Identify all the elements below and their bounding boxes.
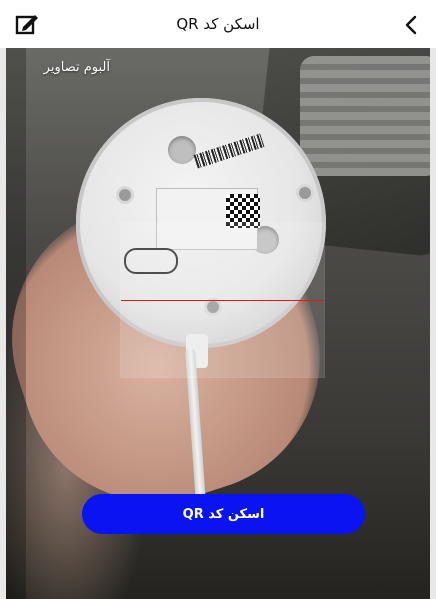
- top-bar: اسکن کد QR: [0, 0, 436, 48]
- device-screw: [296, 184, 314, 202]
- shadow: [6, 48, 26, 599]
- edit-icon[interactable]: [14, 11, 40, 37]
- background-pot: [300, 56, 430, 176]
- page-title: اسکن کد QR: [176, 15, 260, 33]
- device-hole: [168, 136, 196, 164]
- chevron-left-icon[interactable]: [402, 14, 420, 36]
- right-border: [430, 48, 436, 599]
- device-screw: [116, 186, 134, 204]
- gallery-link[interactable]: آلبوم تصاویر: [44, 60, 110, 75]
- scan-line: [121, 300, 324, 301]
- scan-qr-button[interactable]: اسکن کد QR: [82, 494, 365, 534]
- barcode-sticker: [193, 133, 265, 169]
